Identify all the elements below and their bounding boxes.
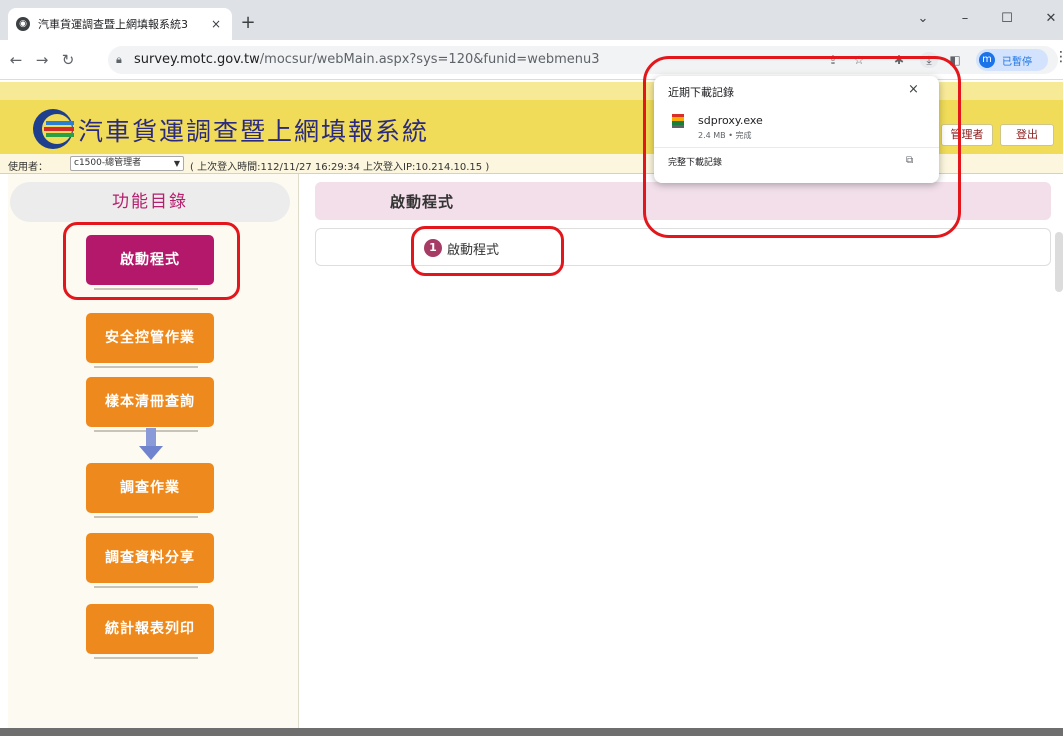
page-title: 啟動程式 [390, 193, 455, 211]
lock-icon: 🔒︎ [116, 53, 122, 66]
user-label: 使用者： [8, 162, 48, 173]
forward-arrow-icon[interactable]: → [32, 50, 52, 70]
chevron-down-icon: ▼ [173, 159, 180, 168]
sidebar-item-survey-work[interactable]: 調查作業 [86, 463, 214, 513]
tab-title: 汽車貨運調查暨上網填報系統3 [38, 18, 188, 31]
profile-avatar: m [979, 52, 995, 68]
button-shadow [94, 366, 198, 368]
maximize-button[interactable]: ☐ [992, 8, 1022, 30]
button-shadow [94, 586, 198, 588]
arrow-down-icon [139, 428, 163, 460]
minimize-button[interactable]: – [950, 8, 980, 30]
browser-menu-icon[interactable]: ⋮ [1054, 49, 1063, 65]
user-select[interactable]: c1500-總管理者 ▼ [70, 156, 184, 171]
profile-status: 已暫停 [1002, 57, 1032, 68]
profile-button[interactable]: m 已暫停 [976, 49, 1048, 71]
user-select-value: c1500-總管理者 [74, 158, 142, 168]
scrollbar[interactable] [1055, 232, 1063, 292]
highlight-box-sidebar [63, 222, 240, 300]
back-arrow-icon[interactable]: ← [6, 50, 26, 70]
browser-tab[interactable]: ◉ 汽車貨運調查暨上網填報系統3 × [8, 8, 232, 40]
sidebar-title: 功能目錄 [10, 182, 290, 222]
logout-button[interactable]: 登出 [1000, 124, 1054, 146]
site-title: 汽車貨運調查暨上網填報系統 [78, 117, 430, 146]
button-shadow [94, 657, 198, 659]
browser-tab-strip: ◉ 汽車貨運調查暨上網填報系統3 × + ⌄ – ☐ ✕ [0, 0, 1063, 40]
last-login-info: ( 上次登入時間:112/11/27 16:29:34 上次登入IP:10.21… [190, 162, 490, 173]
tab-close-button[interactable]: × [208, 17, 224, 31]
close-window-button[interactable]: ✕ [1036, 8, 1063, 30]
button-shadow [94, 516, 198, 518]
new-tab-button[interactable]: + [238, 13, 258, 33]
sidebar-item-sample-list[interactable]: 樣本清冊查詢 [86, 377, 214, 427]
sidebar-item-data-sharing[interactable]: 調查資料分享 [86, 533, 214, 583]
tab-search-chevron-icon[interactable]: ⌄ [908, 8, 938, 30]
highlight-box-step [411, 226, 564, 276]
sidebar-item-report-print[interactable]: 統計報表列印 [86, 604, 214, 654]
reload-icon[interactable]: ↻ [58, 50, 78, 70]
highlight-box-downloads [643, 56, 961, 238]
sidebar-item-security-control[interactable]: 安全控管作業 [86, 313, 214, 363]
url-text: survey.motc.gov.tw/mocsur/webMain.aspx?s… [134, 52, 600, 67]
taskbar-strip [0, 728, 1063, 736]
site-logo-icon [33, 109, 74, 149]
globe-icon: ◉ [16, 17, 30, 31]
browser-window: { "browser": { "tab_title": "汽車貨運調查暨上網填報… [0, 0, 1063, 736]
